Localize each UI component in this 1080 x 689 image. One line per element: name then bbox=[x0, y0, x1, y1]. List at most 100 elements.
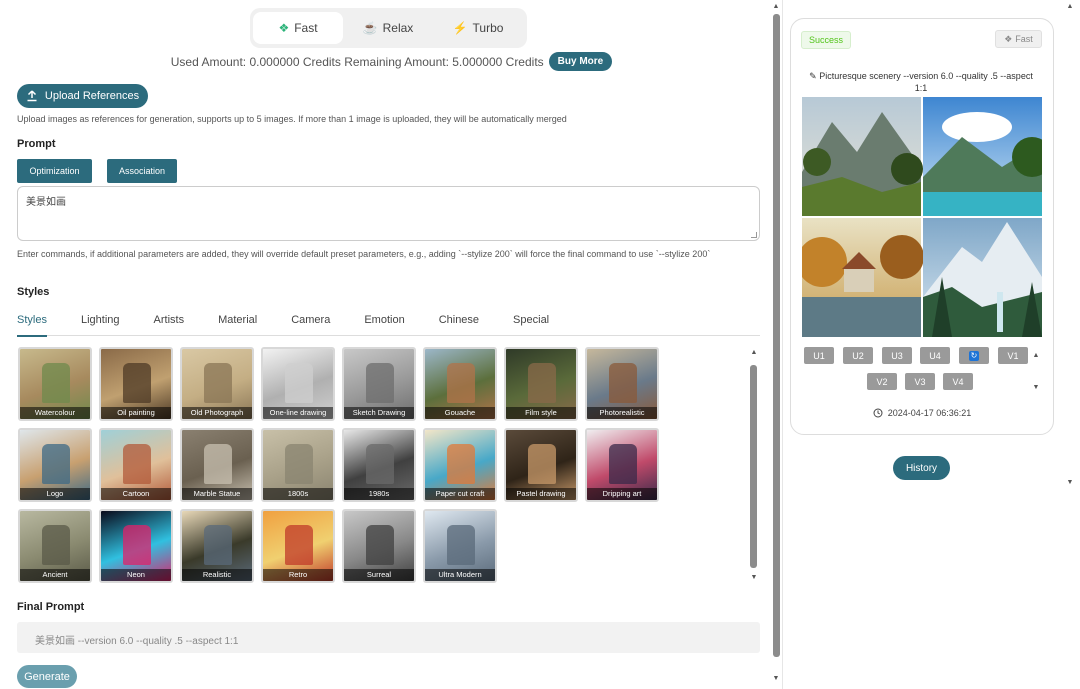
v4-button[interactable]: V4 bbox=[943, 373, 973, 390]
tab-special[interactable]: Special bbox=[513, 309, 549, 336]
style-tile[interactable]: Marble Statue bbox=[180, 428, 254, 502]
style-tile-label: Retro bbox=[263, 569, 333, 581]
style-tile[interactable]: Film style bbox=[504, 347, 578, 421]
refresh-icon: ↻ bbox=[969, 350, 979, 361]
buy-more-button[interactable]: Buy More bbox=[548, 52, 613, 71]
tab-artists[interactable]: Artists bbox=[154, 309, 185, 336]
main-scroll-up[interactable]: ▲ bbox=[771, 3, 781, 11]
tab-camera[interactable]: Camera bbox=[291, 309, 330, 336]
style-tile-label: Ultra Modern bbox=[425, 569, 495, 581]
style-tile[interactable]: Gouache bbox=[423, 347, 497, 421]
grid-scroll-up[interactable]: ▲ bbox=[749, 349, 759, 357]
u4-button[interactable]: U4 bbox=[920, 347, 950, 364]
optimization-button[interactable]: Optimization bbox=[17, 159, 92, 183]
style-tile[interactable]: Watercolour bbox=[18, 347, 92, 421]
prompt-textarea[interactable]: 美景如画 bbox=[17, 186, 760, 241]
thumbnail-subject bbox=[609, 444, 637, 484]
style-tile[interactable]: 1800s bbox=[261, 428, 335, 502]
thumbnail-subject bbox=[123, 525, 151, 565]
style-tile[interactable]: One-line drawing bbox=[261, 347, 335, 421]
reroll-button[interactable]: ↻ bbox=[959, 347, 989, 364]
style-tile[interactable]: Oil painting bbox=[99, 347, 173, 421]
u3-button[interactable]: U3 bbox=[882, 347, 912, 364]
association-button[interactable]: Association bbox=[107, 159, 177, 183]
u1-button[interactable]: U1 bbox=[804, 347, 834, 364]
mode-fast[interactable]: ❖ Fast bbox=[253, 12, 343, 44]
timestamp-text: 2024-04-17 06:36:21 bbox=[887, 408, 972, 418]
thumbnail-subject bbox=[42, 444, 70, 484]
buttons-scroll-up[interactable]: ▲ bbox=[1031, 352, 1041, 360]
generate-button[interactable]: Generate bbox=[17, 665, 77, 688]
mode-turbo[interactable]: ⚡ Turbo bbox=[433, 12, 523, 44]
style-tile[interactable]: Dripping art bbox=[585, 428, 659, 502]
style-tile[interactable]: Ancient bbox=[18, 509, 92, 583]
style-tile[interactable]: Neon bbox=[99, 509, 173, 583]
style-tile-label: Surreal bbox=[344, 569, 414, 581]
style-tile[interactable]: Ultra Modern bbox=[423, 509, 497, 583]
result-timestamp: 2024-04-17 06:36:21 bbox=[790, 408, 1054, 418]
buttons-scroll-down[interactable]: ▼ bbox=[1031, 384, 1041, 392]
tab-emotion[interactable]: Emotion bbox=[364, 309, 404, 336]
style-tile[interactable]: Old Photograph bbox=[180, 347, 254, 421]
main-scroll-thumb[interactable] bbox=[773, 14, 780, 657]
style-tile-label: Realistic bbox=[182, 569, 252, 581]
mode-switch: ❖ Fast ☕ Relax ⚡ Turbo bbox=[250, 8, 527, 48]
mode-relax-label: Relax bbox=[382, 21, 414, 35]
fast-icon: ❖ bbox=[1004, 33, 1013, 44]
tab-material[interactable]: Material bbox=[218, 309, 257, 336]
thumbnail-subject bbox=[528, 444, 556, 484]
style-tile-label: Oil painting bbox=[101, 407, 171, 419]
style-tile[interactable]: Retro bbox=[261, 509, 335, 583]
style-tile[interactable]: Paper cut craft bbox=[423, 428, 497, 502]
main-panel: ❖ Fast ☕ Relax ⚡ Turbo Used Amount: 0.00… bbox=[0, 0, 783, 689]
thumbnail-subject bbox=[366, 363, 394, 403]
main-scroll-down[interactable]: ▼ bbox=[771, 675, 781, 683]
style-tile-label: Old Photograph bbox=[182, 407, 252, 419]
v1-button[interactable]: V1 bbox=[998, 347, 1028, 364]
thumbnail-subject bbox=[528, 363, 556, 403]
final-prompt-value: 美景如画 --version 6.0 --quality .5 --aspect… bbox=[35, 636, 239, 647]
tab-lighting[interactable]: Lighting bbox=[81, 309, 120, 336]
mode-relax[interactable]: ☕ Relax bbox=[343, 12, 433, 44]
mode-fast-label: Fast bbox=[294, 21, 318, 35]
tab-styles[interactable]: Styles bbox=[17, 309, 47, 337]
fast-icon: ❖ bbox=[278, 21, 290, 35]
style-tile[interactable]: Sketch Drawing bbox=[342, 347, 416, 421]
style-tile[interactable]: 1980s bbox=[342, 428, 416, 502]
resize-handle[interactable] bbox=[751, 232, 757, 238]
v2-button[interactable]: V2 bbox=[867, 373, 897, 390]
tab-chinese[interactable]: Chinese bbox=[439, 309, 479, 336]
style-tile-label: Neon bbox=[101, 569, 171, 581]
grid-scroll-down[interactable]: ▼ bbox=[749, 574, 759, 582]
result-image-grid[interactable] bbox=[802, 97, 1042, 337]
mode-badge: ❖ Fast bbox=[995, 30, 1042, 48]
style-tile-label: Pastel drawing bbox=[506, 488, 576, 500]
thumbnail-subject bbox=[447, 363, 475, 403]
style-tile-label: Cartoon bbox=[101, 488, 171, 500]
history-button[interactable]: History bbox=[893, 456, 950, 480]
thumbnail-subject bbox=[366, 525, 394, 565]
style-tile[interactable]: Pastel drawing bbox=[504, 428, 578, 502]
mode-turbo-label: Turbo bbox=[472, 21, 504, 35]
right-scroll-up[interactable]: ▲ bbox=[1065, 3, 1075, 11]
thumbnail-subject bbox=[42, 525, 70, 565]
result-prompt: ✎ Picturesque scenery --version 6.0 --qu… bbox=[805, 70, 1037, 94]
u2-button[interactable]: U2 bbox=[843, 347, 873, 364]
v3-button[interactable]: V3 bbox=[905, 373, 935, 390]
thumbnail-subject bbox=[609, 363, 637, 403]
style-tile[interactable]: Realistic bbox=[180, 509, 254, 583]
upload-references-button[interactable]: Upload References bbox=[17, 84, 148, 108]
prompt-hint: Enter commands, if additional parameters… bbox=[17, 249, 711, 259]
style-tile-label: Paper cut craft bbox=[425, 488, 495, 500]
style-tile[interactable]: Logo bbox=[18, 428, 92, 502]
pencil-icon: ✎ bbox=[809, 71, 817, 81]
right-scroll-down[interactable]: ▼ bbox=[1065, 479, 1075, 487]
style-tile[interactable]: Cartoon bbox=[99, 428, 173, 502]
grid-scroll-thumb[interactable] bbox=[750, 365, 757, 568]
styles-heading: Styles bbox=[17, 286, 50, 298]
style-tile-label: Sketch Drawing bbox=[344, 407, 414, 419]
style-tile[interactable]: Photorealistic bbox=[585, 347, 659, 421]
style-tile[interactable]: Surreal bbox=[342, 509, 416, 583]
style-tile-label: Watercolour bbox=[20, 407, 90, 419]
thumbnail-subject bbox=[285, 363, 313, 403]
